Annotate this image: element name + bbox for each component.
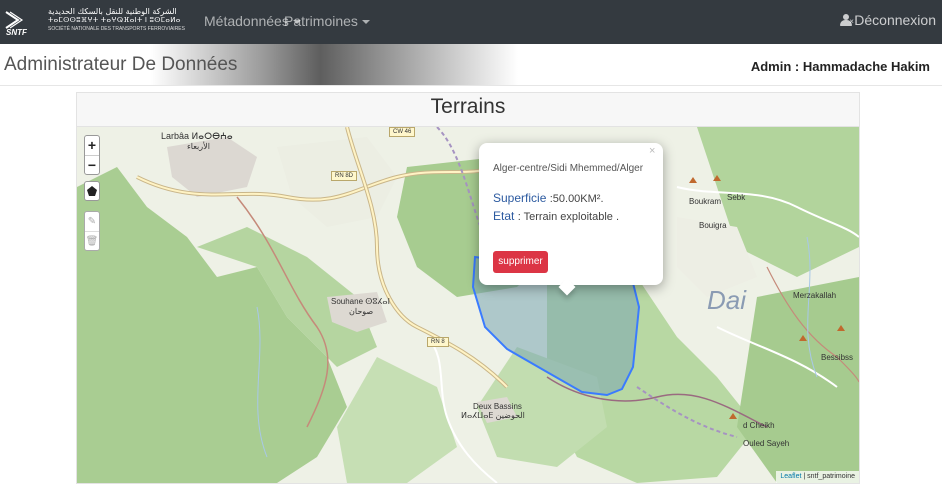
zoom-control: + − (84, 135, 100, 175)
popup-etat-row: Etat : Terrain exploitable . (493, 209, 619, 223)
map-label-merzakallah: Merzakallah (793, 291, 837, 300)
road-sign-rn8d: RN 8D (331, 171, 358, 181)
superficie-value: :50.00KM². (549, 193, 604, 205)
logout-label: Déconnexion (854, 12, 936, 28)
map-attribution: Leaflet | sntf_patrimoine (776, 471, 859, 483)
brand-logo-link[interactable]: SNTF الشركة الوطنية للنقل بالسكك الحديدي… (4, 6, 185, 38)
map-label-larbaa-ar: الأربعاء (187, 142, 210, 151)
page-title: Administrateur De Données (4, 54, 238, 75)
sntf-logo-icon: SNTF (5, 11, 28, 36)
superficie-label: Superficie (493, 191, 547, 205)
page-header: Administrateur De Données Admin : Hammad… (0, 44, 942, 86)
map-label-larbaa: Larbâa ⵍⴰⵔⴱⵄⴰ (161, 131, 233, 141)
supprimer-button[interactable]: supprimer (493, 251, 548, 273)
map-label-deux-bassins: Deux Bassins (473, 402, 522, 411)
brand-french-name: SOCIÉTÉ NATIONALE DES TRANSPORTS FERROVI… (48, 26, 185, 32)
etat-label: Etat (493, 209, 515, 223)
map-label-souhane: Souhane ⵙⵓⵃⴰⵏ (331, 297, 390, 306)
map-label-sebk: Sebk (727, 193, 746, 202)
nav-patrimoines-label: Patrimoines (284, 13, 358, 29)
caret-down-icon (361, 20, 370, 25)
current-user-label: Admin : Hammadache Hakim (750, 59, 930, 74)
popup-close-button[interactable]: × (649, 145, 655, 157)
popup-superficie-row: Superficie :50.00KM². (493, 191, 604, 205)
user-remove-icon: × (839, 14, 854, 26)
map-label-dai: Dai (707, 285, 747, 315)
trash-icon: 🗑 (85, 236, 99, 247)
road-sign-cw46: CW 46 (389, 127, 416, 137)
edit-layers-control: ✎ 🗑 (84, 211, 100, 251)
map-label-boukram: Boukram (689, 197, 722, 206)
delete-layers-button[interactable]: 🗑 (85, 232, 99, 251)
nav-metadonnees-label: Métadonnées (204, 13, 289, 29)
draw-polygon-button[interactable] (84, 181, 100, 201)
map-label-souhane-ar: صوحان (349, 307, 374, 316)
zoom-out-button[interactable]: − (85, 156, 99, 175)
map-label-bouigra: Bouigra (699, 221, 727, 230)
popup-location: Alger-centre/Sidi Mhemmed/Alger (493, 163, 644, 174)
card-header: Terrains (77, 93, 859, 127)
brand-arabic-name: الشركة الوطنية للنقل بالسكك الحديدية (48, 7, 177, 16)
map-label-deux-bassins-ar: ⵍⴰⵃⵡⴰⴹ الحوضين (461, 411, 525, 420)
map-label-bessibss: Bessibss (821, 353, 854, 362)
logout-link[interactable]: × Déconnexion (839, 12, 936, 28)
pentagon-icon (87, 186, 97, 196)
attribution-source: | sntf_patrimoine (803, 473, 855, 480)
road-sign-rn8: RN 8 (427, 337, 449, 347)
nav-patrimoines-dropdown[interactable]: Patrimoines (284, 13, 370, 29)
brand-logo-text: SNTF (6, 28, 28, 36)
edit-icon: ✎ (87, 216, 97, 227)
brand-tifinagh-name: ⵜⴰⵎⵙⵙⵓⴼⵖⵜ ⵜⴰⵖⵕⴼⴰⵏⵜ ⵏ ⵓⵙⵎⴰⵍⴰ (48, 17, 181, 24)
edit-layers-button[interactable]: ✎ (85, 212, 99, 231)
terrains-card: Terrains + − ✎ 🗑 Larbâa ⵍⴰⵔⴱⵄⴰ الأربعاء … (76, 92, 860, 484)
map-label-d-cheikh: d Cheikh (743, 421, 775, 430)
terrain-map[interactable]: + − ✎ 🗑 Larbâa ⵍⴰⵔⴱⵄⴰ الأربعاء Souhane ⵙ… (77, 127, 859, 483)
etat-value: : Terrain exploitable . (517, 211, 620, 223)
map-label-ouled-sayeh: Ouled Sayeh (743, 439, 790, 448)
zoom-in-button[interactable]: + (85, 136, 99, 155)
card-title: Terrains (430, 95, 506, 118)
top-navbar: SNTF الشركة الوطنية للنقل بالسكك الحديدي… (0, 0, 942, 44)
leaflet-link[interactable]: Leaflet (780, 473, 801, 480)
